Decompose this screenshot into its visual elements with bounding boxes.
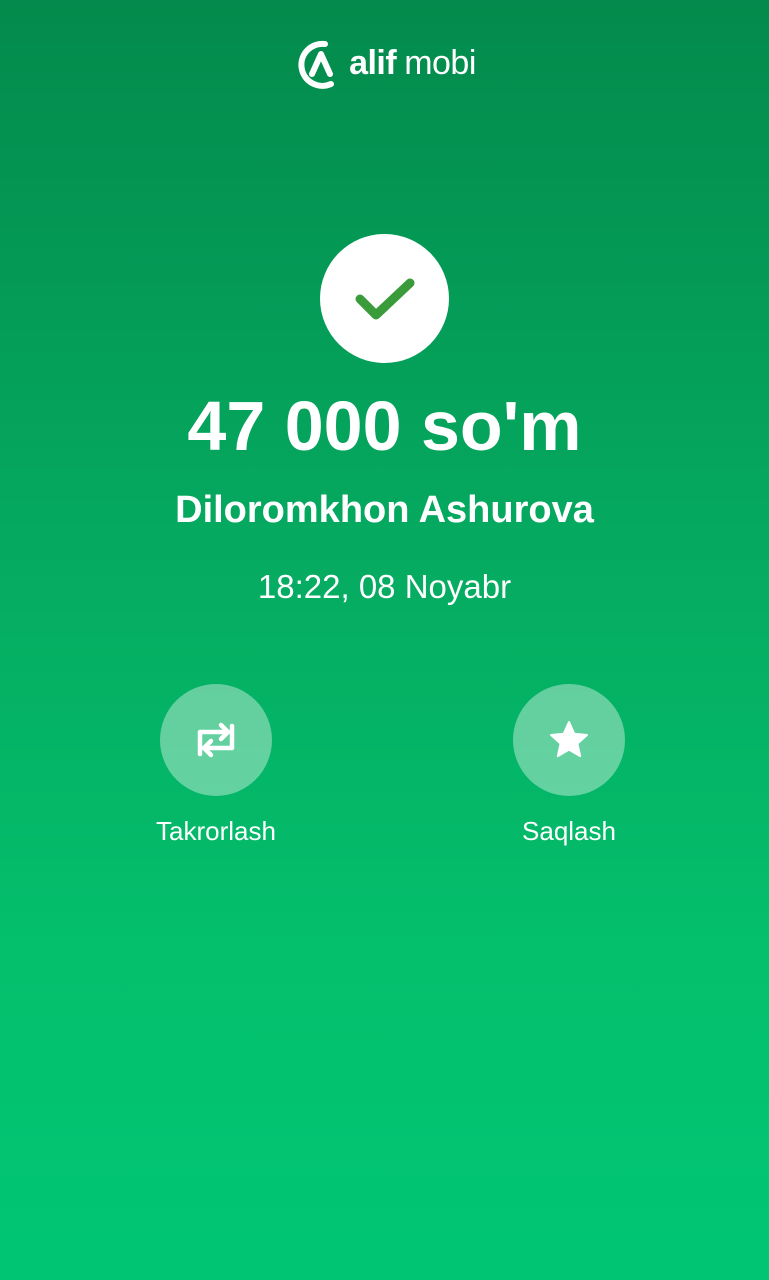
repeat-label: Takrorlash	[156, 816, 276, 846]
save-label: Saqlash	[522, 816, 616, 846]
check-icon	[355, 278, 414, 319]
save-payment-button[interactable]: Saqlash	[469, 684, 669, 846]
logo-brand-text: alif	[349, 44, 397, 82]
logo-suffix-text: mobi	[404, 44, 476, 82]
recipient-name: Diloromkhon Ashurova	[175, 489, 594, 531]
transaction-datetime: 18:22, 08 Noyabr	[257, 568, 512, 605]
logo-wordmark: alif mobi	[349, 46, 476, 80]
payment-amount: 47 000 so'm	[187, 387, 582, 465]
repeat-payment-button[interactable]: Takrorlash	[116, 684, 316, 846]
save-button-circle[interactable]	[513, 684, 625, 796]
app-logo: alif mobi	[0, 36, 769, 90]
star-icon	[550, 721, 588, 758]
success-badge	[320, 234, 449, 363]
repeat-icon	[197, 722, 235, 758]
alif-logo-icon	[298, 40, 335, 89]
repeat-button-circle[interactable]	[160, 684, 272, 796]
